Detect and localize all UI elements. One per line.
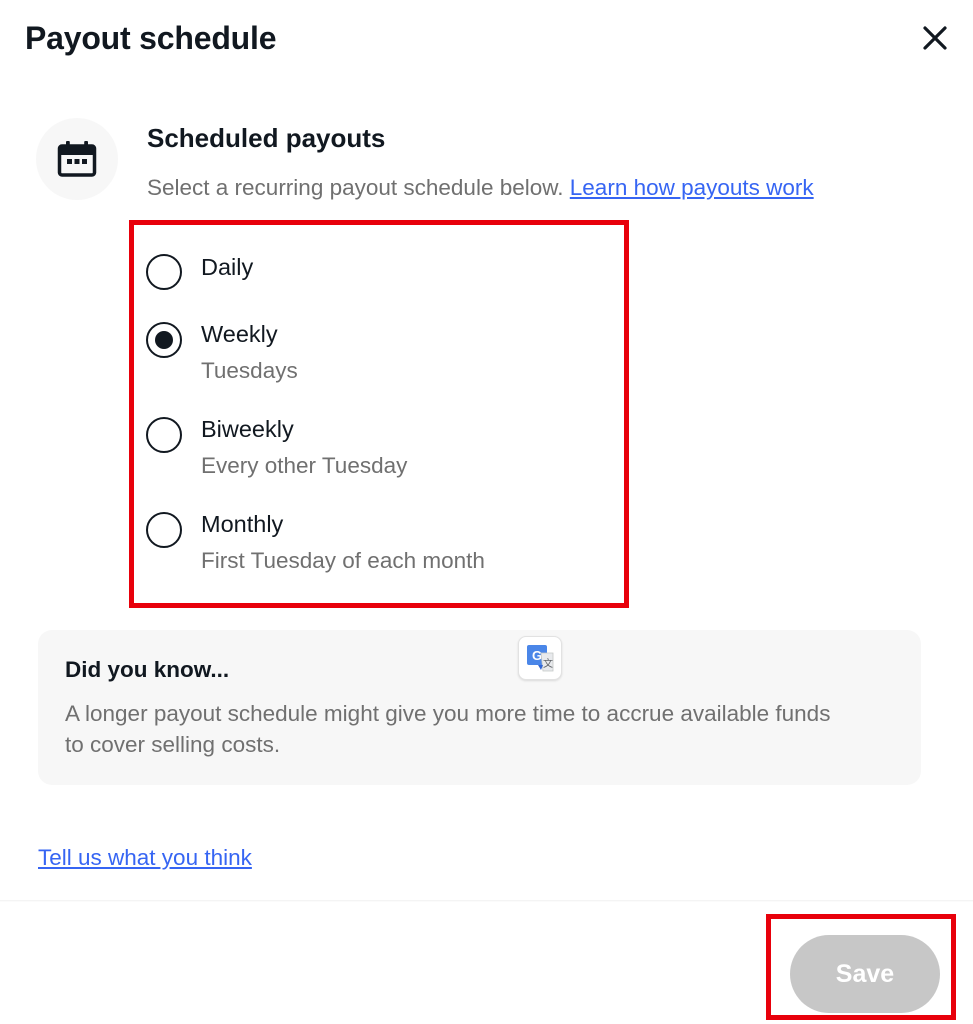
section-heading: Scheduled payouts	[147, 123, 386, 153]
radio-monthly[interactable]	[146, 512, 182, 548]
calendar-icon	[57, 141, 97, 177]
info-card-body: A longer payout schedule might give you …	[65, 701, 831, 757]
save-highlight-frame: Save	[766, 914, 956, 1020]
option-weekly[interactable]: Weekly Tuesdays	[134, 318, 624, 388]
option-label: Daily	[201, 254, 254, 280]
section-description-text: Select a recurring payout schedule below…	[147, 175, 564, 200]
schedule-options-group: Daily Weekly Tuesdays Biweekly Every oth…	[129, 220, 629, 608]
payout-schedule-dialog: Payout schedule Scheduled payouts Select…	[0, 0, 973, 1024]
translate-icon[interactable]: G 文	[518, 636, 562, 680]
radio-weekly[interactable]	[146, 322, 182, 358]
radio-biweekly[interactable]	[146, 417, 182, 453]
dialog-title: Payout schedule	[25, 20, 277, 56]
option-sublabel: First Tuesday of each month	[201, 548, 485, 573]
option-daily[interactable]: Daily	[134, 251, 624, 291]
option-label: Weekly	[201, 321, 278, 347]
translate-glyph: G 文	[527, 645, 554, 672]
info-card-title: Did you know...	[65, 657, 230, 682]
close-button[interactable]	[912, 18, 958, 58]
calendar-icon-badge	[36, 118, 118, 200]
option-biweekly[interactable]: Biweekly Every other Tuesday	[134, 413, 624, 483]
svg-text:G: G	[532, 648, 542, 663]
section-description: Select a recurring payout schedule below…	[147, 172, 814, 204]
option-label: Monthly	[201, 511, 284, 537]
option-monthly[interactable]: Monthly First Tuesday of each month	[134, 508, 624, 578]
close-icon	[923, 26, 947, 50]
tell-us-what-you-think-link[interactable]: Tell us what you think	[38, 842, 252, 874]
learn-how-payouts-work-link[interactable]: Learn how payouts work	[570, 175, 814, 200]
svg-text:文: 文	[543, 657, 553, 670]
radio-daily[interactable]	[146, 254, 182, 290]
option-label: Biweekly	[201, 416, 294, 442]
option-sublabel: Tuesdays	[201, 358, 298, 383]
save-button[interactable]: Save	[790, 935, 940, 1013]
option-sublabel: Every other Tuesday	[201, 453, 408, 478]
did-you-know-card: Did you know... G 文 A longer payout sche…	[38, 630, 921, 785]
footer-divider	[0, 900, 973, 902]
